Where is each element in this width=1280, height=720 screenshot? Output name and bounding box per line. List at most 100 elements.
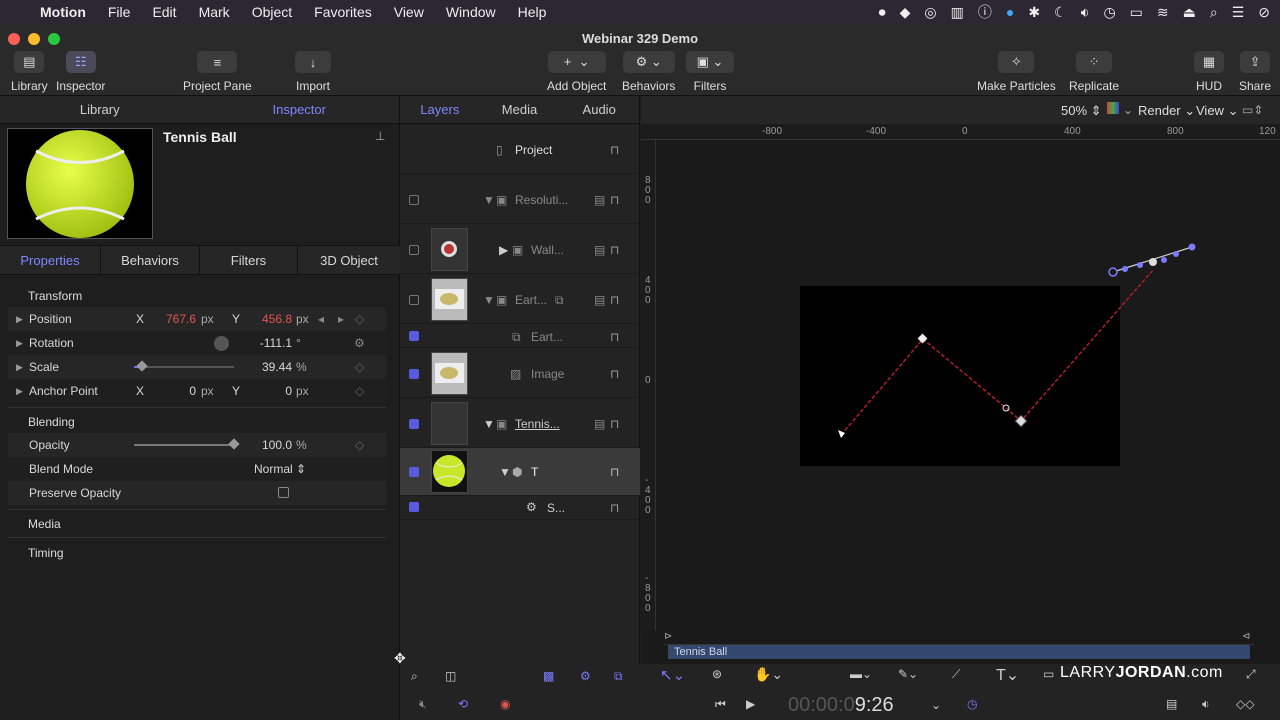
anchor-y-value[interactable]: 0 <box>244 384 292 398</box>
keyframe-diamond-icon[interactable]: ◇ <box>355 312 364 326</box>
text-tool-icon[interactable]: T⌄ <box>996 665 1019 685</box>
checker-icon[interactable]: ▩ <box>543 669 554 683</box>
transform-header[interactable]: Transform <box>28 289 82 303</box>
select-tool-icon[interactable]: ↖⌄ <box>660 666 685 684</box>
hud-button[interactable]: ▦ HUD <box>1194 51 1224 93</box>
control-center-icon[interactable]: ☰ <box>1232 4 1245 21</box>
tab-library[interactable]: Library <box>0 96 200 123</box>
layer-checkbox[interactable] <box>409 467 419 477</box>
blend-mode-select[interactable]: Normal ⇕ <box>254 462 306 476</box>
layer-checkbox[interactable] <box>409 369 419 379</box>
layer-checkbox[interactable] <box>409 502 419 512</box>
expand-icon[interactable]: ⤢ <box>1246 667 1256 682</box>
stack-icon[interactable]: ▤ <box>594 243 605 257</box>
search-icon[interactable]: ⌕ <box>1210 4 1218 21</box>
info-status-icon[interactable]: ⓘ <box>978 2 992 22</box>
mini-timeline-ruler[interactable]: ⊳ ⊲ <box>664 631 1254 645</box>
layer-row-resolution[interactable]: ▼ ▣ Resoluti... ▤ ⊓ <box>400 176 640 224</box>
moon-icon[interactable]: ☾ <box>1054 4 1067 21</box>
inspector-toolbar-button[interactable]: ☷ Inspector <box>56 51 105 93</box>
filters-button[interactable]: ▣ ⌄ Filters <box>686 51 734 93</box>
chevron-down-icon[interactable]: ⌄ <box>1123 103 1133 117</box>
timeline-clip[interactable]: Tennis Ball <box>668 645 1250 659</box>
anchor-x-value[interactable]: 0 <box>148 384 196 398</box>
tab-inspector[interactable]: Inspector <box>200 96 400 123</box>
lock-icon[interactable]: ⊓ <box>610 143 619 157</box>
zoom-menu[interactable]: 50% ⇕ <box>1061 103 1102 119</box>
timing-header[interactable]: Timing <box>28 546 64 560</box>
keyframe-diamond-icon[interactable]: ◇ <box>355 360 364 374</box>
layer-row-image[interactable]: ▨ Image ⊓ <box>400 350 640 398</box>
lock-icon[interactable]: ⊓ <box>610 417 619 431</box>
menu-help[interactable]: Help <box>518 4 547 20</box>
lock-icon[interactable]: ⊓ <box>610 465 619 479</box>
scale-value[interactable]: 39.44 <box>244 360 292 374</box>
menu-mark[interactable]: Mark <box>199 4 230 20</box>
share-button[interactable]: ⇪ Share <box>1239 51 1271 93</box>
next-keyframe-icon[interactable]: ▸ <box>338 312 344 326</box>
tab-3d-object[interactable]: 3D Object <box>297 246 400 274</box>
prev-keyframe-icon[interactable]: ◂ <box>318 312 324 326</box>
lock-icon[interactable]: ⊓ <box>610 330 619 344</box>
menu-file[interactable]: File <box>108 4 131 20</box>
battery-icon[interactable]: ▭ <box>1130 4 1143 21</box>
sidebar-toggle-icon[interactable]: ◫ <box>445 669 456 683</box>
opacity-slider[interactable] <box>134 438 240 450</box>
out-point-icon[interactable]: ⊲ <box>1242 631 1250 642</box>
make-particles-button[interactable]: ✧ Make Particles <box>977 51 1056 93</box>
layer-checkbox[interactable] <box>409 331 419 341</box>
layer-row-wall[interactable]: ▶ ▣ Wall... ▤ ⊓ <box>400 226 640 274</box>
disclosure-triangle-icon[interactable]: ▶ <box>16 362 23 373</box>
channels-icon[interactable] <box>1107 102 1119 114</box>
position-y-value[interactable]: 456.8 <box>244 312 292 326</box>
opacity-slider-knob[interactable] <box>228 438 240 450</box>
pin-icon[interactable]: ⊥ <box>375 129 385 143</box>
disclosure-triangle-icon[interactable]: ▶ <box>16 338 23 349</box>
menu-window[interactable]: Window <box>446 4 496 20</box>
rotation-gear-icon[interactable]: ⚙ <box>354 336 365 350</box>
wifi-icon[interactable]: ≋ <box>1157 4 1169 21</box>
library-toolbar-button[interactable]: ▤ Library <box>11 51 48 93</box>
go-to-start-icon[interactable]: ⏮ <box>715 697 726 712</box>
screen-record-icon[interactable]: ⏺ <box>879 4 886 21</box>
app-status-icon[interactable]: ◎ <box>924 4 936 21</box>
mask-tool-icon[interactable]: ▭ <box>1043 667 1054 681</box>
view-menu[interactable]: View ⌄ <box>1196 103 1238 119</box>
lock-icon[interactable]: ⊓ <box>610 193 619 207</box>
tab-properties[interactable]: Properties <box>0 246 100 274</box>
stack-icon[interactable]: ▤ <box>594 193 605 207</box>
layer-checkbox[interactable] <box>409 419 419 429</box>
tab-behaviors[interactable]: Behaviors <box>100 246 199 274</box>
replicate-button[interactable]: ⁘ Replicate <box>1069 51 1119 93</box>
menu-edit[interactable]: Edit <box>152 4 176 20</box>
behaviors-button[interactable]: ⚙ ⌄ Behaviors <box>622 51 675 93</box>
time-machine-icon[interactable]: ◷ <box>1103 4 1115 21</box>
disclosure-open-icon[interactable]: ▼ <box>483 193 495 207</box>
clock-icon[interactable]: ⊘ <box>1258 4 1270 21</box>
stack-icon[interactable]: ▤ <box>594 417 605 431</box>
disclosure-triangle-icon[interactable]: ▶ <box>16 314 23 325</box>
menu-app[interactable]: Motion <box>40 4 86 20</box>
lock-icon[interactable]: ⊓ <box>610 501 619 515</box>
menu-view[interactable]: View <box>394 4 424 20</box>
render-menu[interactable]: Render ⌄ <box>1138 103 1195 119</box>
timecode-display[interactable]: 00:00:09:26 <box>788 694 894 717</box>
scale-slider-knob[interactable] <box>136 360 148 372</box>
project-pane-button[interactable]: ≡ Project Pane <box>183 51 252 93</box>
rotation-value[interactable]: -111.1 <box>244 336 292 350</box>
lock-icon[interactable]: ⊓ <box>610 243 619 257</box>
bezier-handle[interactable] <box>1161 257 1167 263</box>
layout-icon[interactable]: ▭⇕ <box>1242 103 1263 117</box>
play-icon[interactable]: ▶ <box>746 697 755 711</box>
position-x-value[interactable]: 767.6 <box>148 312 196 326</box>
keyframe-nav-icon[interactable]: ◇◇ <box>1236 697 1254 711</box>
preserve-opacity-checkbox[interactable] <box>278 487 289 498</box>
audio-status-icon[interactable]: ▥ <box>951 4 964 21</box>
bezier-handle[interactable] <box>1173 251 1179 257</box>
keyframe-diamond-icon[interactable]: ◇ <box>355 438 364 452</box>
layer-row-behavior[interactable]: ⚙ S... ⊓ <box>400 496 640 520</box>
blending-header[interactable]: Blending <box>28 415 75 429</box>
disclosure-open-icon[interactable]: ▼ <box>483 417 495 431</box>
record-icon[interactable]: ◉ <box>500 697 510 711</box>
bezier-handle[interactable] <box>1188 243 1196 251</box>
